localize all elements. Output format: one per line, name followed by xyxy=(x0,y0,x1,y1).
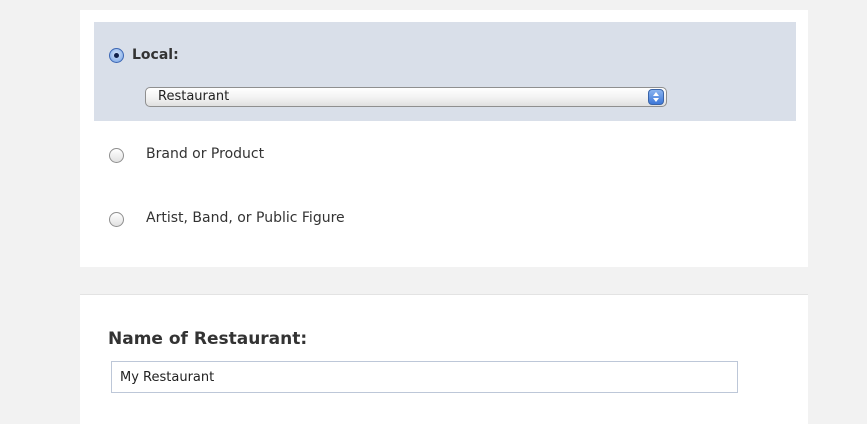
option-local-label: Local: xyxy=(132,47,179,63)
local-category-select[interactable]: Restaurant xyxy=(145,87,667,107)
radio-unselected-icon[interactable] xyxy=(109,148,124,163)
select-arrows-icon xyxy=(648,89,664,105)
option-brand-label: Brand or Product xyxy=(146,146,265,162)
name-section-title: Name of Restaurant: xyxy=(108,329,308,349)
radio-selected-icon[interactable] xyxy=(109,48,124,63)
option-artist[interactable]: Artist, Band, or Public Figure xyxy=(94,199,796,239)
radio-unselected-icon[interactable] xyxy=(109,212,124,227)
option-brand[interactable]: Brand or Product xyxy=(94,135,796,175)
option-artist-label: Artist, Band, or Public Figure xyxy=(146,210,345,226)
local-category-select-value: Restaurant xyxy=(158,89,230,104)
restaurant-name-input[interactable] xyxy=(111,361,738,393)
category-panel: Local: Restaurant Brand or Product Artis… xyxy=(80,10,808,267)
name-panel: Name of Restaurant: xyxy=(80,294,808,424)
